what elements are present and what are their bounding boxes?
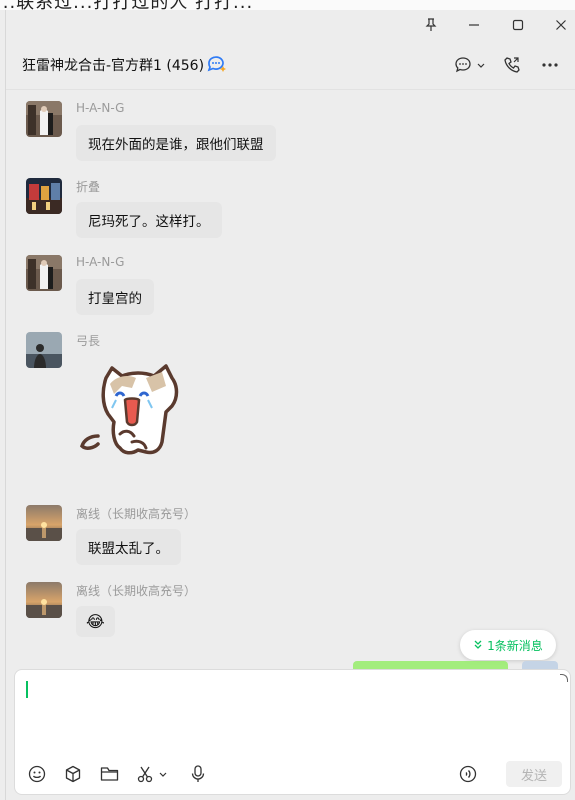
composer-toolbar: 发送 — [15, 754, 570, 794]
chat-bubble-menu-button[interactable] — [454, 53, 486, 77]
call-button[interactable] — [503, 53, 521, 77]
sender-name: H-A-N-G — [76, 101, 125, 115]
avatar-photo-icon — [26, 332, 62, 368]
maximize-button[interactable] — [503, 13, 533, 37]
avatar[interactable] — [26, 332, 62, 368]
sender-name: 离线（长期收高充号） — [76, 507, 197, 521]
file-button[interactable] — [100, 764, 119, 784]
new-messages-label: 1条新消息 — [487, 638, 543, 653]
close-icon — [556, 20, 566, 30]
folder-icon — [100, 767, 119, 781]
sender-name: H-A-N-G — [76, 255, 125, 269]
favorites-button[interactable] — [64, 764, 82, 784]
avatar[interactable] — [26, 178, 62, 214]
ai-summary-button[interactable] — [205, 54, 227, 74]
smiley-icon — [28, 765, 46, 783]
sender-name: 离线（长期收高充号） — [76, 584, 197, 598]
message-composer[interactable]: 发送 — [14, 669, 571, 795]
avatar-photo-icon — [26, 582, 62, 618]
voice-input-button[interactable] — [190, 764, 206, 784]
message-bubble[interactable]: 现在外面的是谁，跟他们联盟 — [76, 125, 276, 161]
laughing-cat-sticker-icon — [79, 364, 179, 455]
new-messages-button[interactable]: 1条新消息 — [460, 630, 556, 660]
resize-handle-icon[interactable] — [560, 674, 568, 682]
voice-message-button[interactable] — [459, 764, 477, 784]
ai-chat-icon — [207, 56, 226, 72]
sender-name: 弓長 — [76, 334, 101, 348]
phone-icon — [504, 57, 520, 73]
cube-icon — [65, 765, 81, 783]
background-window-text: ...联系过...打打过的人 打打... — [0, 0, 253, 10]
double-chevron-down-icon — [474, 640, 482, 649]
avatar[interactable] — [26, 255, 62, 291]
pin-icon — [425, 18, 437, 31]
avatar-photo-icon — [26, 101, 62, 137]
chevron-down-icon — [477, 63, 485, 68]
pin-button[interactable] — [416, 13, 446, 37]
message-list[interactable]: H-A-N-G 现在外面的是谁，跟他们联盟 折叠 尼玛死了。这样打。 H-A-N… — [6, 91, 575, 669]
send-button[interactable]: 发送 — [506, 761, 562, 787]
close-button[interactable] — [546, 13, 575, 37]
more-icon — [542, 63, 558, 67]
avatar[interactable] — [26, 505, 62, 541]
microphone-icon — [191, 765, 205, 782]
text-caret — [26, 681, 28, 698]
message-bubble[interactable]: 😂 — [76, 606, 115, 637]
avatar-photo-icon — [26, 178, 62, 214]
title-bar — [6, 10, 575, 40]
emoji-button[interactable] — [28, 764, 46, 784]
chat-header: 狂雷神龙合击-官方群1 (456) — [6, 40, 575, 90]
scissors-icon — [137, 766, 153, 783]
avatar[interactable] — [26, 582, 62, 618]
message-bubble[interactable]: 打皇宫的 — [76, 279, 154, 315]
avatar-photo-icon — [26, 505, 62, 541]
sound-wave-icon — [459, 765, 477, 783]
chat-bubble-icon — [455, 57, 471, 73]
background-window: ...联系过...打打过的人 打打... — [0, 0, 575, 10]
minimize-icon — [469, 24, 479, 26]
chat-window: 狂雷神龙合击-官方群1 (456) H-A-N-G 现在外面的是谁，跟他们联盟 … — [5, 10, 575, 800]
maximize-icon — [512, 19, 524, 31]
more-options-button[interactable] — [541, 53, 559, 77]
chevron-down-icon — [159, 772, 167, 777]
message-bubble[interactable]: 联盟太乱了。 — [76, 529, 181, 565]
sender-name: 折叠 — [76, 180, 101, 194]
avatar[interactable] — [26, 101, 62, 137]
sticker-message[interactable] — [76, 356, 186, 466]
chat-title: 狂雷神龙合击-官方群1 (456) — [22, 58, 205, 74]
screenshot-button[interactable] — [136, 764, 168, 784]
avatar-photo-icon — [26, 255, 62, 291]
message-bubble[interactable]: 尼玛死了。这样打。 — [76, 202, 222, 238]
minimize-button[interactable] — [459, 13, 489, 37]
